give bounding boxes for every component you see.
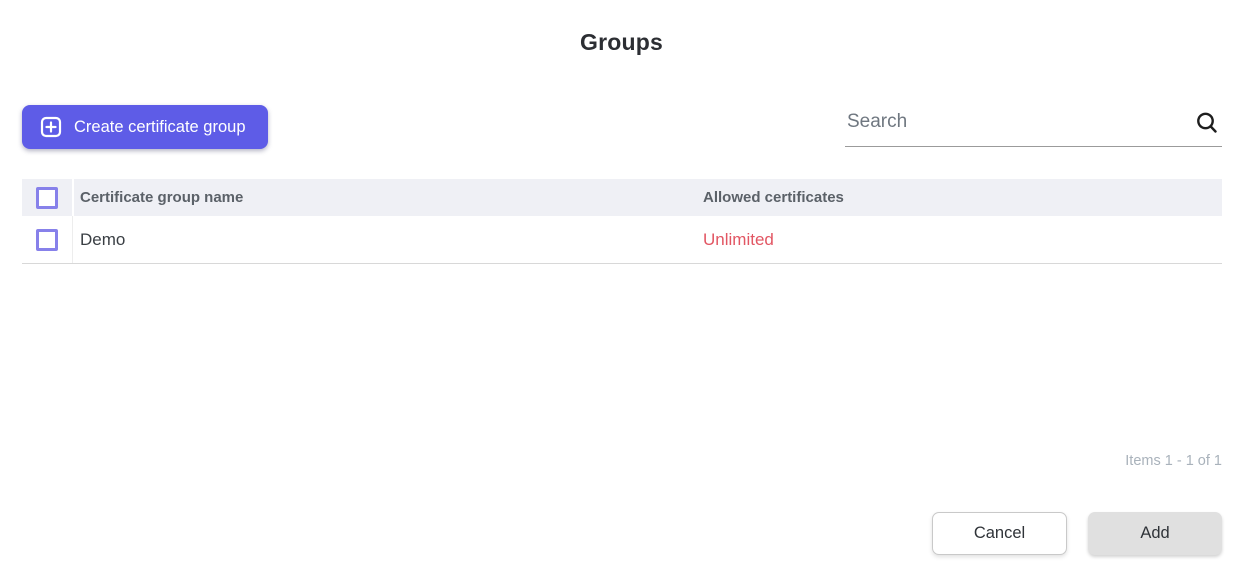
search-field xyxy=(845,104,1222,147)
allowed-certificates-value: Unlimited xyxy=(697,230,774,249)
plus-square-icon xyxy=(40,116,62,138)
cell-group-name: Demo xyxy=(74,230,697,250)
column-header-label: Allowed certificates xyxy=(697,189,844,206)
column-header-label: Certificate group name xyxy=(74,189,243,206)
pagination-summary: Items 1 - 1 of 1 xyxy=(1125,453,1222,469)
header-checkbox-cell xyxy=(22,179,72,216)
search-button[interactable] xyxy=(1194,110,1222,140)
search-input[interactable] xyxy=(845,111,1194,139)
cell-allowed-certificates: Unlimited xyxy=(697,230,1222,250)
page-title: Groups xyxy=(0,29,1243,56)
create-certificate-group-button[interactable]: Create certificate group xyxy=(22,105,268,149)
create-certificate-group-label: Create certificate group xyxy=(74,118,246,137)
header-cell-group-name: Certificate group name xyxy=(74,179,697,216)
row-checkbox[interactable] xyxy=(36,229,58,251)
row-checkbox-cell xyxy=(22,216,72,263)
header-cell-allowed-certificates: Allowed certificates xyxy=(697,179,1222,216)
table-header-row: Certificate group name Allowed certifica… xyxy=(22,179,1222,216)
search-icon xyxy=(1194,110,1220,136)
add-button[interactable]: Add xyxy=(1088,512,1222,555)
select-all-checkbox[interactable] xyxy=(36,187,58,209)
column-divider xyxy=(72,216,73,263)
groups-dialog: Groups Create certificate group xyxy=(0,0,1243,578)
group-name-value: Demo xyxy=(74,230,125,249)
cancel-button[interactable]: Cancel xyxy=(932,512,1067,555)
certificate-groups-table: Certificate group name Allowed certifica… xyxy=(22,179,1222,264)
table-row[interactable]: Demo Unlimited xyxy=(22,216,1222,264)
